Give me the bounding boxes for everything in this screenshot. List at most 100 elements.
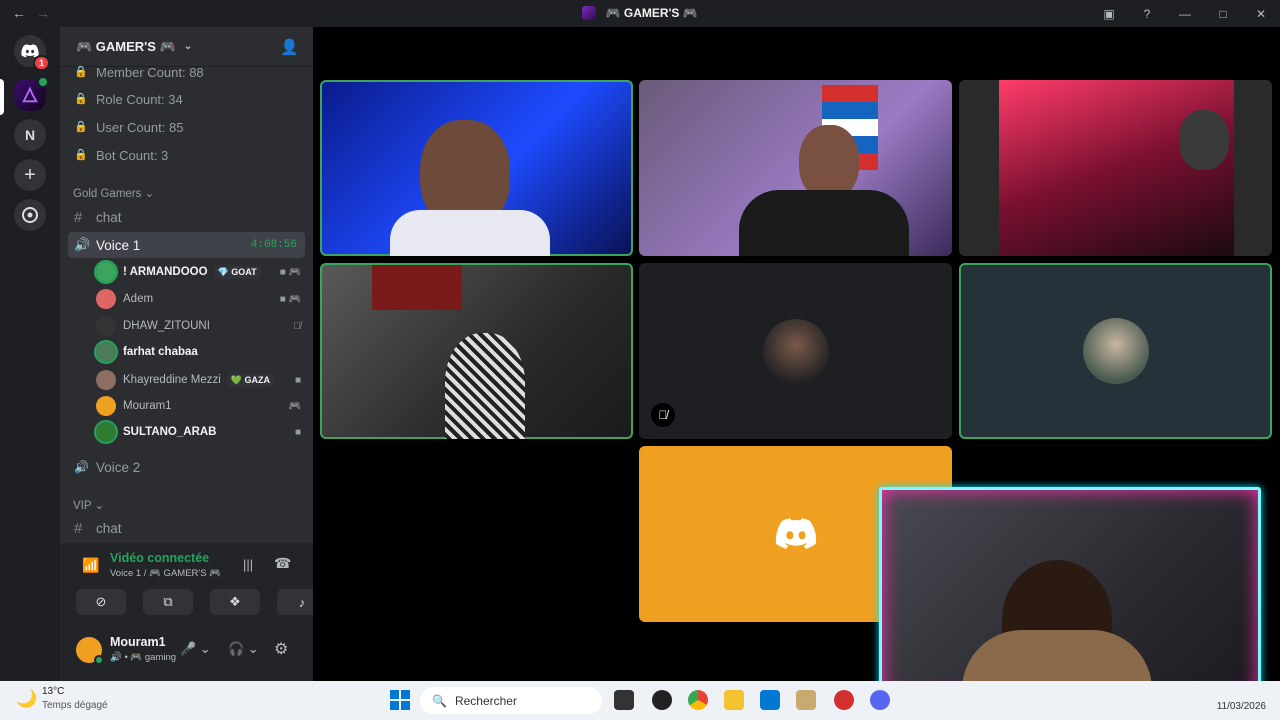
camera-off-button[interactable]: ⊘ (76, 589, 126, 615)
avatar (763, 319, 829, 385)
windows-taskbar: 🌙 13°C Temps dégagé 🔍 Rechercher 11/03/2… (0, 681, 1280, 720)
voice-user[interactable]: ! ARMANDOOO 💎 GOAT ■ 🎮 (94, 260, 305, 284)
voice-user[interactable]: Khayreddine Mezzi 💚 GAZA ■ (96, 368, 305, 392)
participant-figure (1179, 110, 1229, 170)
search-placeholder: Rechercher (454, 693, 517, 708)
voice-status[interactable]: Vidéo connectée (110, 551, 209, 565)
hash-icon: # (74, 208, 83, 226)
noise-suppression-icon[interactable]: ||| (243, 557, 253, 572)
participant-figure (799, 125, 859, 200)
store-icon[interactable] (760, 690, 780, 710)
live-indicator (37, 76, 49, 88)
channel-label: Voice 1 (96, 237, 141, 253)
window-title-wrap: 🎮 GAMER'S 🎮 (0, 6, 1280, 20)
invite-user-icon[interactable]: 👤 (280, 38, 299, 56)
discover-icon[interactable] (14, 199, 46, 231)
taskbar-date[interactable]: 11/03/2026 (1217, 701, 1266, 712)
avatar (94, 260, 118, 284)
channel-chat[interactable]: # chat (68, 204, 305, 230)
chevron-down-icon: ⌄ (94, 500, 105, 512)
username: Adem (123, 293, 154, 305)
user-tag: 💎 GOAT (213, 265, 261, 279)
maximize-icon[interactable]: □ (1204, 7, 1242, 21)
avatar (94, 340, 118, 364)
lock-icon: 🔒 (74, 149, 88, 161)
server-n-icon[interactable]: N (14, 119, 46, 151)
channel-vip-chat[interactable]: # chat (68, 515, 305, 541)
gamers-server-icon[interactable] (14, 76, 49, 111)
category-gold-gamers[interactable]: Gold Gamers ⌄ (73, 186, 154, 200)
screen-share-button[interactable]: ⧉ (143, 589, 193, 615)
game-launcher-icon[interactable] (796, 690, 816, 710)
inbox-icon[interactable]: ▣ (1090, 7, 1128, 21)
participant-figure (445, 333, 525, 439)
video-tile[interactable] (320, 80, 633, 256)
voice-user[interactable]: farhat chabaa (94, 340, 305, 364)
participant-shirt (739, 190, 909, 256)
avatar (96, 396, 116, 416)
weather-desc[interactable]: Temps dégagé (42, 700, 108, 711)
user-status: 🔊 • 🎮 gaming (110, 652, 177, 663)
voice-channel-2[interactable]: 🔊 Voice 2 (68, 454, 305, 480)
taskbar-search[interactable]: 🔍 Rechercher (420, 687, 602, 714)
video-tile[interactable] (320, 263, 633, 439)
video-icon: ■ (294, 426, 301, 438)
video-tile[interactable] (639, 80, 952, 256)
voice-location[interactable]: Voice 1 / 🎮 GAMER'S 🎮 (110, 568, 221, 579)
user-panel: Mouram1 🔊 • 🎮 gaming 🎤 ⌄ 🎧 ⌄ ⚙ (60, 627, 313, 681)
discord-home-icon[interactable]: 1 (14, 35, 50, 71)
discord-taskbar-icon[interactable] (870, 690, 890, 710)
disconnect-icon[interactable]: ☎ (274, 555, 291, 572)
windows-start-icon[interactable] (390, 690, 410, 710)
username: Mouram1 (123, 400, 172, 412)
file-explorer-icon[interactable] (724, 690, 744, 710)
voice-user[interactable]: DHAW_ZITOUNI 🎙̸ (96, 314, 305, 338)
video-tile-avatar[interactable] (959, 263, 1272, 439)
app-icon[interactable] (834, 690, 854, 710)
microphone-icon[interactable]: 🎤 ⌄ (180, 641, 211, 657)
voice-user[interactable]: Adem ■ 🎮 (96, 287, 305, 311)
settings-gear-icon[interactable]: ⚙ (274, 639, 288, 659)
voice-channel-1[interactable]: 🔊 Voice 1 4:08:56 (68, 232, 305, 258)
stat-role-count: 🔒 Role Count: 34 (68, 86, 305, 112)
weather-moon-icon: 🌙 (16, 689, 38, 708)
category-vip[interactable]: VIP ⌄ (73, 498, 104, 512)
weather-temp[interactable]: 13°C (42, 686, 64, 697)
window-titlebar: ← → 🎮 GAMER'S 🎮 ▣ ? — □ ✕ (0, 0, 1280, 27)
headphones-icon[interactable]: 🎧 ⌄ (228, 641, 259, 657)
voice-user[interactable]: SULTANO_ARAB ■ (94, 420, 305, 444)
signal-icon[interactable]: 📶 (82, 557, 99, 574)
stat-label: Member Count: 88 (96, 64, 204, 80)
minimize-icon[interactable]: — (1166, 7, 1204, 21)
participant-shirt (390, 210, 550, 256)
task-view-icon[interactable] (614, 690, 634, 710)
muted-icon: 🎙̸ (293, 320, 302, 332)
flag-decoration (372, 265, 462, 310)
add-server-icon[interactable]: + (14, 159, 46, 191)
video-tile-avatar[interactable]: 🎙̸ (639, 263, 952, 439)
stat-user-count: 🔒 User Count: 85 (68, 114, 305, 140)
activities-button[interactable]: ❖ (210, 589, 260, 615)
voice-user[interactable]: Mouram1 🎮 (96, 394, 305, 418)
channel-label: chat (96, 209, 122, 225)
chrome-icon[interactable] (688, 690, 708, 710)
video-icon: ■ 🎮 (279, 266, 301, 278)
chevron-down-icon: ⌄ (144, 188, 155, 200)
channel-label: chat (96, 520, 122, 536)
voice-timer: 4:08:56 (250, 239, 297, 251)
voice-connection-panel: 📶 Vidéo connectée Voice 1 / 🎮 GAMER'S 🎮 … (60, 543, 327, 627)
username[interactable]: Mouram1 (110, 635, 166, 649)
close-icon[interactable]: ✕ (1242, 7, 1280, 21)
channel-label: Voice 2 (96, 459, 141, 475)
video-stage: 🎙̸ (313, 27, 1280, 702)
lock-icon: 🔒 (74, 66, 88, 78)
help-icon[interactable]: ? (1128, 7, 1166, 21)
user-tag: 💚 GAZA (226, 373, 275, 387)
username: DHAW_ZITOUNI (123, 320, 210, 332)
app-icon[interactable] (652, 690, 672, 710)
muted-icon: 🎙̸ (651, 403, 675, 427)
video-tile[interactable] (959, 80, 1272, 256)
lock-icon: 🔒 (74, 93, 88, 105)
online-status-icon (94, 655, 104, 665)
category-label: Gold Gamers (73, 188, 142, 200)
